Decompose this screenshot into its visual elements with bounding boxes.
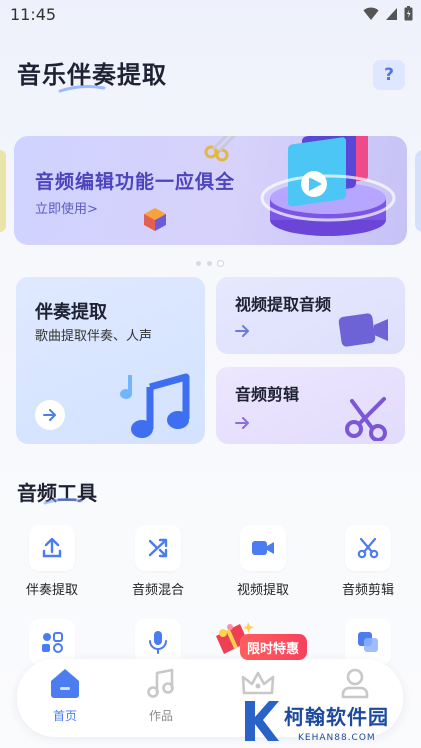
- watermark-text: 柯翰软件园: [284, 705, 389, 729]
- profile-icon: [341, 668, 369, 699]
- arrow-right-icon[interactable]: [235, 416, 251, 430]
- accompaniment-extract-card[interactable]: 伴奏提取 歌曲提取伴奏、人声: [16, 277, 205, 444]
- music-notes-icon: [120, 373, 190, 438]
- tool-label: 伴奏提取: [25, 583, 78, 598]
- upload-icon: [29, 525, 75, 571]
- scissors-icon: [345, 525, 391, 571]
- status-bar: 11:45: [0, 0, 421, 30]
- card-subtitle: 歌曲提取伴奏、人声: [35, 329, 153, 344]
- banner-pagination: [196, 261, 223, 266]
- card-title: 音频剪辑: [235, 385, 300, 404]
- title-underline-decoration: [58, 85, 106, 93]
- scissors-icon: [204, 136, 237, 162]
- tab-home[interactable]: 首页: [25, 667, 105, 724]
- watermark-url: KEHAN88.COM: [298, 733, 376, 743]
- pagination-dot[interactable]: [207, 261, 212, 266]
- tab-label: 作品: [148, 709, 173, 723]
- scissors-icon: [345, 397, 387, 441]
- banner-cta[interactable]: 立即使用>: [35, 198, 98, 217]
- audio-cut-card[interactable]: 音频剪辑: [216, 367, 405, 444]
- tab-label: 首页: [52, 709, 77, 723]
- banner-cta-label: 立即使用: [35, 202, 88, 217]
- tool-audio-mix[interactable]: 音频混合: [108, 525, 208, 598]
- tool-label: 音频混合: [131, 583, 184, 598]
- arrow-right-icon[interactable]: [235, 324, 251, 338]
- wifi-icon: [363, 7, 379, 20]
- section-underline-decoration: [43, 497, 83, 505]
- music-note-icon: [147, 668, 174, 698]
- video-camera-icon: [240, 525, 286, 571]
- tool-label: 音频剪辑: [341, 583, 394, 598]
- crown-icon: [241, 671, 275, 695]
- card-title: 视频提取音频: [235, 295, 332, 314]
- help-button[interactable]: ?: [373, 60, 405, 90]
- video-stack-illustration: [260, 136, 396, 236]
- chevron-right-icon: >: [87, 202, 98, 217]
- tool-video-extract[interactable]: 视频提取: [213, 525, 313, 598]
- tool-audio-cut[interactable]: 音频剪辑: [318, 525, 418, 598]
- watermark-logo: [245, 701, 279, 741]
- banner-prev-peek[interactable]: [0, 150, 6, 232]
- card-title: 伴奏提取: [35, 302, 107, 323]
- arrow-right-icon[interactable]: [35, 400, 65, 430]
- pagination-dot[interactable]: [196, 261, 201, 266]
- status-time: 11:45: [10, 5, 57, 24]
- cube-icon: [144, 208, 166, 231]
- shuffle-icon: [135, 525, 181, 571]
- promo-label: 限时特惠: [247, 641, 300, 657]
- status-icons: [363, 6, 413, 21]
- tool-label: 视频提取: [236, 583, 289, 598]
- video-camera-icon: [338, 313, 388, 347]
- tab-works[interactable]: 作品: [121, 667, 201, 724]
- battery-icon: [404, 6, 413, 21]
- tool-accompaniment-extract[interactable]: 伴奏提取: [2, 525, 102, 598]
- banner-next-peek[interactable]: [415, 150, 421, 232]
- banner-title: 音频编辑功能一应俱全: [35, 171, 236, 193]
- home-icon: [51, 669, 79, 698]
- site-watermark: 柯翰软件园 KEHAN88.COM: [238, 697, 421, 748]
- pagination-dot-active[interactable]: [218, 261, 223, 266]
- signal-icon: [386, 7, 397, 20]
- limited-offer-badge[interactable]: 限时特惠: [240, 634, 308, 660]
- promo-banner[interactable]: 音频编辑功能一应俱全 立即使用>: [14, 136, 407, 245]
- video-extract-audio-card[interactable]: 视频提取音频: [216, 277, 405, 354]
